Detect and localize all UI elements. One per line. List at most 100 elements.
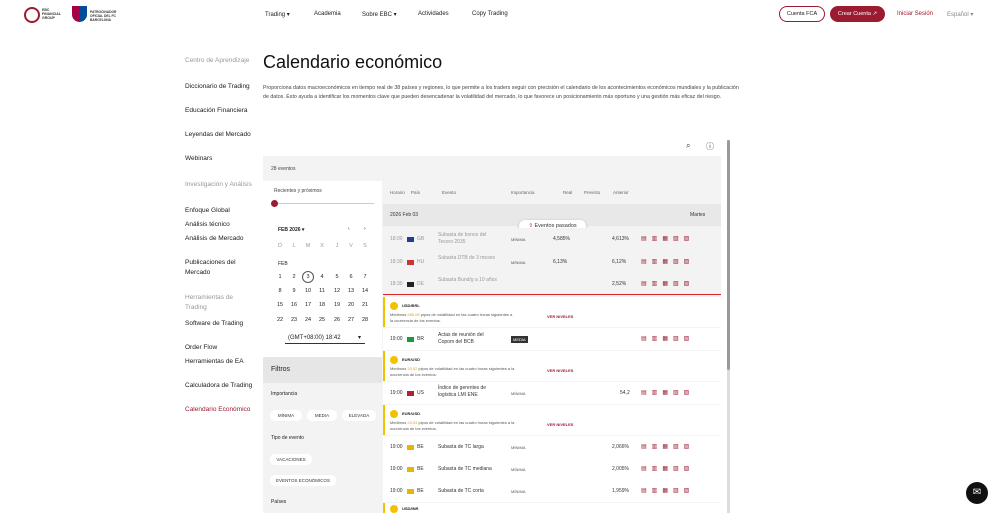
calendar-day[interactable]: 2 bbox=[288, 274, 300, 280]
nav-trading[interactable]: Trading ▾ bbox=[265, 11, 290, 18]
event-country: HU bbox=[417, 259, 425, 265]
calendar-day[interactable]: 6 bbox=[345, 274, 357, 280]
event-type-holidays-button[interactable]: VACACIONES bbox=[270, 454, 312, 465]
help-icon[interactable]: ⓘ bbox=[706, 141, 714, 152]
row-actions-icons[interactable]: ▤▥▦▧▨ bbox=[641, 235, 694, 242]
ebc-logo-icon[interactable] bbox=[24, 7, 40, 23]
calendar-day[interactable]: 21 bbox=[359, 302, 371, 308]
sidebar-item-analisis-tecnico[interactable]: Análisis técnico bbox=[185, 220, 255, 230]
event-anterior: 54,2 bbox=[620, 390, 630, 396]
see-levels-link[interactable]: VER NIVELES bbox=[547, 422, 573, 427]
sidebar-item-publicaciones[interactable]: Publicaciones del Mercado bbox=[185, 258, 255, 277]
calendar-day[interactable]: 13 bbox=[345, 288, 357, 294]
event-name[interactable]: Subasta de bonos del Tesoro 2035 bbox=[438, 232, 498, 246]
calendar-day[interactable]: 8 bbox=[274, 288, 286, 294]
nav-academia[interactable]: Academia bbox=[314, 11, 341, 17]
see-levels-link[interactable]: VER NIVELES bbox=[547, 314, 573, 319]
calendar-day[interactable]: 23 bbox=[288, 317, 300, 323]
impact-badge: MÍNIMA bbox=[511, 445, 526, 450]
event-name[interactable]: Actas de reunión del Copom del BCB bbox=[438, 332, 498, 346]
row-actions-icons[interactable]: ▤▥▦▧▨ bbox=[641, 389, 694, 396]
calendar-day[interactable]: 19 bbox=[331, 302, 343, 308]
sidebar-item-enfoque-global[interactable]: Enfoque Global bbox=[185, 206, 255, 216]
calendar-day[interactable]: 28 bbox=[359, 317, 371, 323]
calendar-day[interactable]: 22 bbox=[274, 317, 286, 323]
sidebar-item-herramientas-ea[interactable]: Herramientas de EA bbox=[185, 357, 255, 367]
sidebar-item-software[interactable]: Software de Trading bbox=[185, 319, 255, 329]
event-name[interactable]: Subasta de TC corta bbox=[438, 488, 484, 494]
chat-icon[interactable]: ✉ bbox=[966, 482, 988, 504]
nav-actividades[interactable]: Actividades bbox=[418, 11, 449, 17]
event-name[interactable]: Subasta DTB de 3 meses bbox=[438, 255, 498, 262]
calendar-day[interactable]: 3 bbox=[302, 271, 314, 283]
event-name[interactable]: Subasta Bund/g a 10 años bbox=[438, 277, 498, 284]
range-slider-track bbox=[274, 203, 374, 204]
login-link[interactable]: Iniciar Sesión bbox=[897, 11, 933, 17]
page-description: Proporciona datos macroeconómicos en tie… bbox=[263, 85, 739, 101]
calendar-day[interactable]: 25 bbox=[316, 317, 328, 323]
event-type-economic-button[interactable]: EVENTOS ECONÓMICOS bbox=[270, 475, 336, 486]
calendar-day[interactable]: 15 bbox=[274, 302, 286, 308]
calendar-day[interactable]: 16 bbox=[288, 302, 300, 308]
sidebar-item-leyendas[interactable]: Leyendas del Mercado bbox=[185, 130, 255, 140]
event-time: 18:00 bbox=[390, 236, 403, 242]
weekday-label: D bbox=[278, 243, 282, 249]
row-actions-icons[interactable]: ▤▥▦▧▨ bbox=[641, 280, 694, 287]
calendar-day[interactable]: 27 bbox=[345, 317, 357, 323]
calendar-day[interactable]: 11 bbox=[316, 288, 328, 294]
crear-cuenta-button[interactable]: Crear Cuenta ↗ bbox=[830, 6, 885, 22]
calendar-day[interactable]: 17 bbox=[302, 302, 314, 308]
sidebar-item-order-flow[interactable]: Order Flow bbox=[185, 343, 255, 353]
row-actions-icons[interactable]: ▤▥▦▧▨ bbox=[641, 487, 694, 494]
calendar-day[interactable]: 18 bbox=[316, 302, 328, 308]
nav-sobre-ebc[interactable]: Sobre EBC ▾ bbox=[362, 11, 397, 18]
event-name[interactable]: Subasta de TC mediana bbox=[438, 466, 492, 472]
calendar-day[interactable]: 7 bbox=[359, 274, 371, 280]
volatility-block bbox=[383, 503, 721, 513]
sidebar-item-calculadora[interactable]: Calculadora de Trading bbox=[185, 381, 255, 391]
next-month-icon[interactable]: › bbox=[364, 226, 366, 232]
calendar-day[interactable]: 9 bbox=[288, 288, 300, 294]
month-select[interactable]: FEB 2026 ▾ bbox=[278, 227, 304, 233]
scrollbar-thumb[interactable] bbox=[727, 140, 730, 370]
timezone-select[interactable]: (GMT+08:00) 18:42 ▾ bbox=[285, 332, 365, 344]
month-short-label: FEB bbox=[278, 261, 288, 267]
row-actions-icons[interactable]: ▤▥▦▧▨ bbox=[641, 443, 694, 450]
calendar-day[interactable]: 12 bbox=[331, 288, 343, 294]
row-actions-icons[interactable]: ▤▥▦▧▨ bbox=[641, 258, 694, 265]
row-actions-icons[interactable]: ▤▥▦▧▨ bbox=[641, 335, 694, 342]
calendar-day[interactable]: 1 bbox=[274, 274, 286, 280]
event-country: BE bbox=[417, 466, 424, 472]
event-name[interactable]: Índice de gerentes de logística LMI ENE bbox=[438, 385, 500, 399]
importance-high-button[interactable]: ELEVADA bbox=[342, 410, 376, 421]
country-flag-icon bbox=[407, 237, 414, 242]
language-select[interactable]: Español ▾ bbox=[947, 11, 973, 18]
calendar-day[interactable]: 24 bbox=[302, 317, 314, 323]
calendar-day[interactable]: 10 bbox=[302, 288, 314, 294]
event-country: DE bbox=[417, 281, 424, 287]
calendar-day[interactable]: 5 bbox=[331, 274, 343, 280]
event-name[interactable]: Subasta de TC larga bbox=[438, 444, 484, 450]
calendar-day[interactable]: 20 bbox=[345, 302, 357, 308]
sidebar-item-calendario[interactable]: Calendario Económico bbox=[185, 405, 255, 415]
calendar-day[interactable]: 14 bbox=[359, 288, 371, 294]
prev-month-icon[interactable]: ‹ bbox=[348, 226, 350, 232]
see-levels-link[interactable]: VER NIVELES bbox=[547, 368, 573, 373]
filters-title: Filtros bbox=[271, 366, 291, 373]
importance-medium-button[interactable]: MEDIA bbox=[307, 410, 337, 421]
sidebar-item-diccionario[interactable]: Diccionario de Trading bbox=[185, 82, 255, 92]
nav-copy-trading[interactable]: Copy Trading bbox=[472, 11, 508, 17]
cuenta-fca-button[interactable]: Cuenta FCA bbox=[779, 6, 825, 22]
row-actions-icons[interactable]: ▤▥▦▧▨ bbox=[641, 465, 694, 472]
range-slider-handle[interactable] bbox=[271, 200, 278, 207]
sidebar-item-educacion[interactable]: Educación Financiera bbox=[185, 106, 255, 116]
impact-badge: MÍNIMA bbox=[511, 260, 526, 265]
countries-label: Países bbox=[271, 499, 287, 505]
volatility-pair: USD/INR bbox=[402, 506, 419, 511]
sidebar-item-webinars[interactable]: Webinars bbox=[185, 154, 255, 164]
search-icon[interactable]: ⌕ bbox=[686, 141, 690, 151]
importance-low-button[interactable]: MÍNIMA bbox=[270, 410, 302, 421]
calendar-day[interactable]: 26 bbox=[331, 317, 343, 323]
sidebar-item-analisis-mercado[interactable]: Análisis de Mercado bbox=[185, 234, 255, 244]
calendar-day[interactable]: 4 bbox=[316, 274, 328, 280]
